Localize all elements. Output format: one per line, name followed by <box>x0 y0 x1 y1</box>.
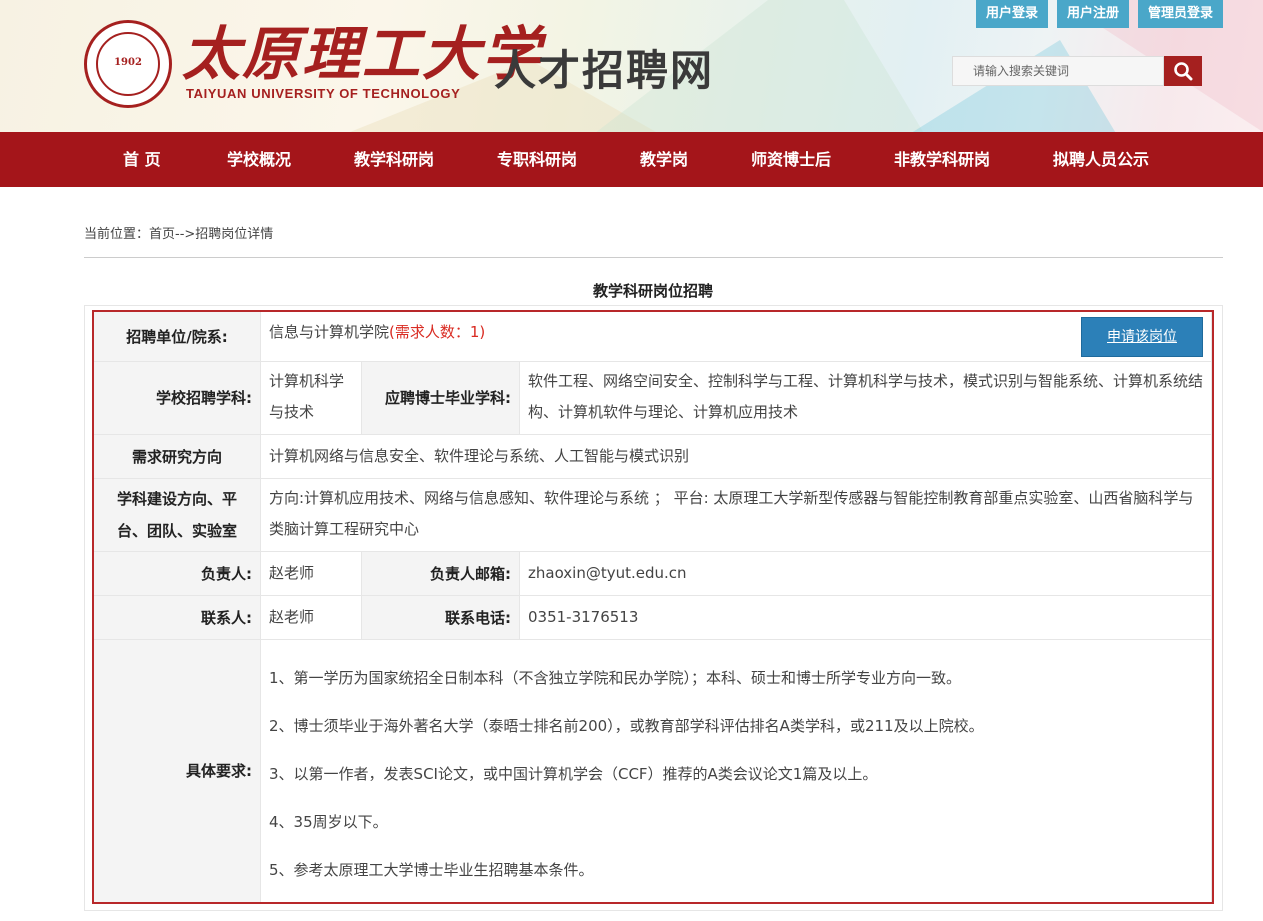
nav-item-teaching-research[interactable]: 教学科研岗 <box>354 132 434 187</box>
user-login-link[interactable]: 用户登录 <box>975 0 1048 28</box>
requirement-item: 3、以第一作者，发表SCI论文，或中国计算机学会（CCF）推荐的A类会议论文1篇… <box>269 765 878 783</box>
apply-position-button[interactable]: 申请该岗位 <box>1081 317 1203 357</box>
subject-label: 学校招聘学科: <box>94 362 261 435</box>
phd-subject-value: 软件工程、网络空间安全、控制科学与工程、计算机科学与技术，模式识别与智能系统、计… <box>520 362 1212 435</box>
research-direction-label: 需求研究方向 <box>94 435 261 479</box>
contact-phone-label: 联系电话: <box>362 596 520 640</box>
job-detail-table: 招聘单位/院系: 信息与计算机学院(需求人数：1) 申请该岗位 学校招聘学科: … <box>92 310 1214 904</box>
site-header: 1902 太原理工大学 TAIYUAN UNIVERSITY OF TECHNO… <box>0 0 1263 132</box>
platform-value: 方向:计算机应用技术、网络与信息感知、软件理论与系统 ； 平台: 太原理工大学新… <box>261 479 1212 552</box>
nav-item-postdoc[interactable]: 师资博士后 <box>751 132 831 187</box>
search-button[interactable] <box>1164 56 1202 86</box>
page-title: 教学科研岗位招聘 <box>592 282 713 300</box>
contact-label: 联系人: <box>94 596 261 640</box>
leader-email-value: zhaoxin@tyut.edu.cn <box>520 552 1212 596</box>
nav-item-school-overview[interactable]: 学校概况 <box>227 132 291 187</box>
site-name: 人才招聘网 <box>494 46 715 95</box>
unit-value: 信息与计算机学院 <box>269 323 390 341</box>
unit-cell: 信息与计算机学院(需求人数：1) 申请该岗位 <box>261 312 1212 362</box>
admin-login-link[interactable]: 管理员登录 <box>1137 0 1223 28</box>
seal-year: 1902 <box>114 57 142 68</box>
university-name-cn[interactable]: 太原理工大学 <box>182 22 542 86</box>
divider <box>84 257 1223 258</box>
nav-item-non-teaching[interactable]: 非教学科研岗 <box>894 132 990 187</box>
leader-value: 赵老师 <box>261 552 362 596</box>
search-input[interactable] <box>952 56 1164 86</box>
university-name-en: TAIYUAN UNIVERSITY OF TECHNOLOGY <box>186 86 461 101</box>
top-links: 用户登录 用户注册 管理员登录 <box>975 0 1223 28</box>
requirement-item: 5、参考太原理工大学博士毕业生招聘基本条件。 <box>269 861 594 879</box>
search-box <box>952 56 1202 86</box>
requirement-item: 1、第一学历为国家统招全日制本科（不含独立学院和民办学院）；本科、硕士和博士所学… <box>269 669 962 687</box>
contact-value: 赵老师 <box>261 596 362 640</box>
nav-item-fulltime-research[interactable]: 专职科研岗 <box>497 132 577 187</box>
nav-item-public-notice[interactable]: 拟聘人员公示 <box>1053 132 1149 187</box>
nav-item-teaching[interactable]: 教学岗 <box>640 132 688 187</box>
contact-phone-value: 0351-3176513 <box>520 596 1212 640</box>
platform-label: 学科建设方向、平台、团队、实验室 <box>94 479 261 552</box>
user-register-link[interactable]: 用户注册 <box>1056 0 1129 28</box>
requirements-list: 1、第一学历为国家统招全日制本科（不含独立学院和民办学院）；本科、硕士和博士所学… <box>261 640 1212 902</box>
nav-item-home[interactable]: 首 页 <box>123 132 161 187</box>
research-direction-value: 计算机网络与信息安全、软件理论与系统、人工智能与模式识别 <box>261 435 1212 479</box>
leader-email-label: 负责人邮箱: <box>362 552 520 596</box>
requirements-label: 具体要求: <box>94 640 261 902</box>
breadcrumb[interactable]: 当前位置：首页-->招聘岗位详情 <box>84 223 273 242</box>
leader-label: 负责人: <box>94 552 261 596</box>
subject-value: 计算机科学与技术 <box>261 362 362 435</box>
search-icon <box>1174 62 1193 81</box>
requirement-item: 2、博士须毕业于海外著名大学（泰晤士排名前200），或教育部学科评估排名A类学科… <box>269 717 984 735</box>
main-nav: 首 页 学校概况 教学科研岗 专职科研岗 教学岗 师资博士后 非教学科研岗 拟聘… <box>0 132 1263 187</box>
university-seal-logo[interactable]: 1902 <box>84 20 172 108</box>
demand-count: (需求人数：1) <box>389 323 486 341</box>
requirement-item: 4、35周岁以下。 <box>269 813 388 831</box>
phd-subject-label: 应聘博士毕业学科: <box>362 362 520 435</box>
unit-label: 招聘单位/院系: <box>94 312 261 362</box>
